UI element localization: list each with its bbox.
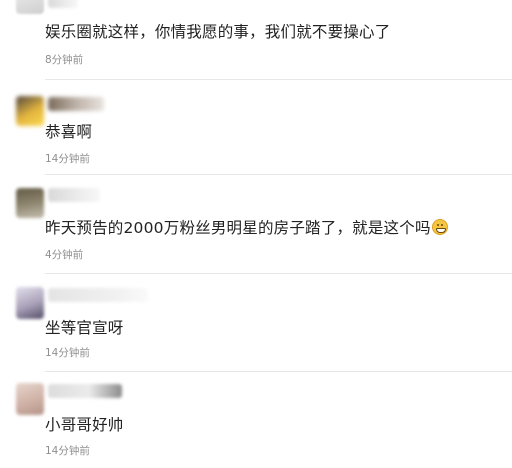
divider bbox=[45, 273, 512, 274]
divider bbox=[45, 79, 512, 80]
avatar[interactable] bbox=[16, 96, 44, 126]
comment-time: 8分钟前 bbox=[45, 54, 84, 66]
username-blurred[interactable] bbox=[48, 188, 100, 202]
comment-text: 昨天预告的2000万粉丝男明星的房子踏了，就是这个吗 bbox=[45, 216, 448, 238]
comment-time: 4分钟前 bbox=[45, 249, 84, 261]
comment-text: 娱乐圈就这样，你情我愿的事，我们就不要操心了 bbox=[45, 23, 391, 41]
comment-text-content: 昨天预告的2000万粉丝男明星的房子踏了，就是这个吗 bbox=[45, 219, 431, 237]
comment-text: 恭喜啊 bbox=[45, 123, 93, 141]
comment-time: 14分钟前 bbox=[45, 153, 90, 165]
username-blurred[interactable] bbox=[48, 97, 104, 111]
comment-time: 14分钟前 bbox=[45, 445, 90, 457]
divider bbox=[45, 174, 512, 175]
comment-text: 坐等官宣呀 bbox=[45, 319, 124, 337]
avatar[interactable] bbox=[16, 188, 44, 218]
comment-time: 14分钟前 bbox=[45, 347, 90, 359]
username-blurred[interactable] bbox=[48, 288, 148, 302]
comment-text: 小哥哥好帅 bbox=[45, 416, 124, 434]
username-blurred[interactable] bbox=[48, 0, 78, 8]
avatar[interactable] bbox=[16, 383, 44, 415]
avatar[interactable] bbox=[16, 287, 44, 319]
divider bbox=[45, 371, 512, 372]
grinning-face-emoji-icon bbox=[431, 219, 448, 235]
username-blurred[interactable] bbox=[48, 384, 122, 398]
avatar[interactable] bbox=[16, 0, 44, 14]
